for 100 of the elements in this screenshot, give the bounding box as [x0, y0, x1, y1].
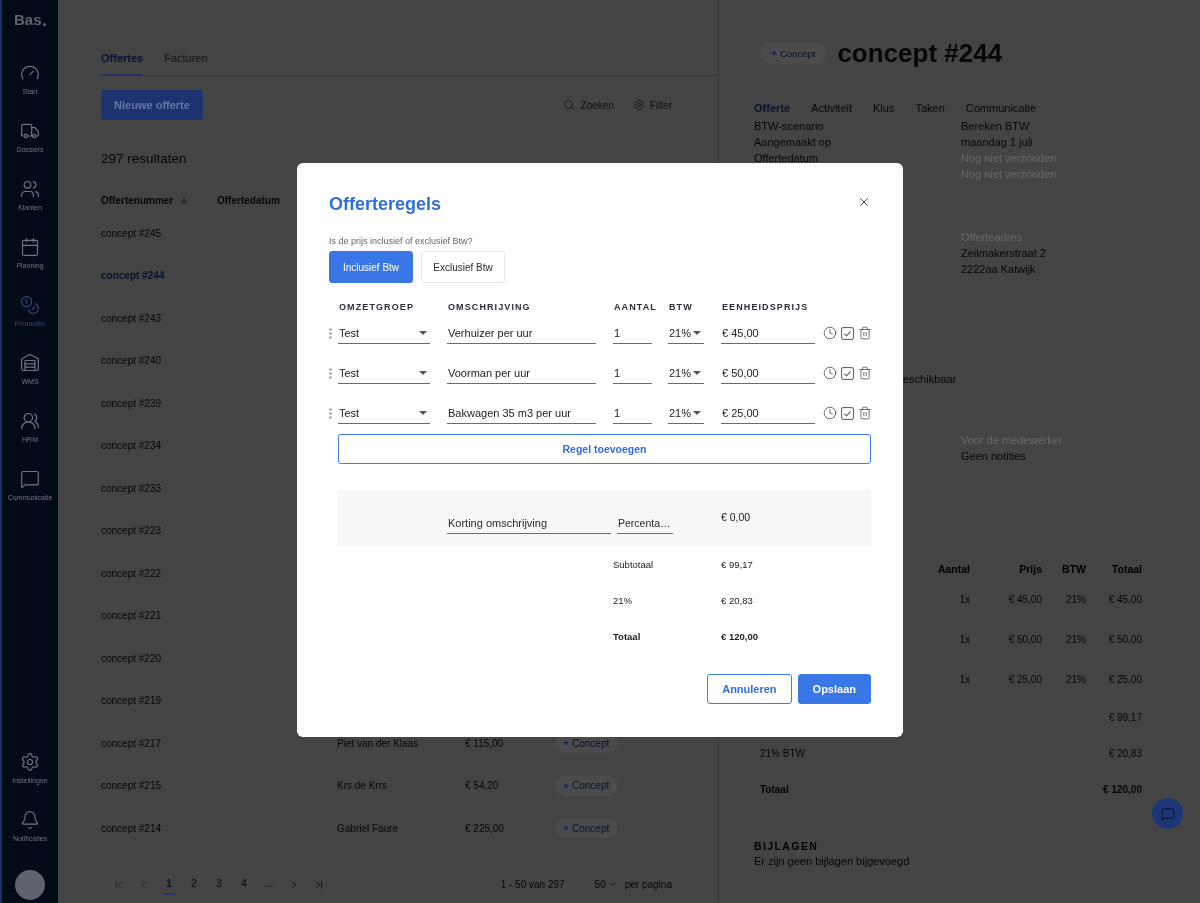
column-header: BTW	[669, 301, 693, 313]
total-value: € 20,83	[721, 594, 753, 606]
checkbox-icon[interactable]	[841, 366, 854, 380]
vat-select[interactable]: 21%	[668, 362, 704, 384]
total-label: 21% BTW	[760, 747, 805, 759]
chat-icon	[20, 469, 40, 489]
quote-number[interactable]: concept #221	[101, 610, 162, 622]
save-button[interactable]: Opslaan	[797, 674, 871, 704]
quote-number[interactable]: concept #215	[101, 780, 162, 792]
warehouse-icon	[20, 353, 40, 373]
page-size-select[interactable]: 50	[594, 879, 617, 890]
chat-icon	[1160, 806, 1175, 821]
page-button[interactable]: 4	[238, 874, 250, 895]
cancel-button[interactable]: Annuleren	[707, 674, 792, 704]
price-field[interactable]: € 50,00	[721, 362, 815, 384]
column-header: OMSCHRIJVING	[448, 301, 531, 313]
info-label: Aangemaakt op	[754, 135, 832, 150]
status-dot-icon	[564, 826, 568, 831]
quote-title: concept #244	[837, 38, 1003, 68]
page-button[interactable]: 2	[188, 874, 200, 895]
people-icon	[20, 411, 40, 431]
caret-icon	[693, 330, 701, 335]
vat-select[interactable]: 21%	[668, 322, 704, 344]
settings-icon	[20, 752, 40, 772]
toggle-button[interactable]: Inclusief Btw	[329, 251, 413, 283]
first-page-icon	[113, 878, 125, 891]
tab[interactable]: Communicatie	[965, 100, 1037, 116]
table-cell: € 25,00	[1108, 673, 1142, 685]
toggle-button[interactable]: Exclusief Btw	[421, 251, 505, 283]
section-title: BIJLAGEN	[754, 839, 819, 853]
bell-icon	[20, 810, 40, 830]
gear-icon	[632, 99, 645, 111]
page-button[interactable]: 3	[213, 874, 225, 895]
drag-handle-icon[interactable]	[329, 327, 332, 339]
page-button[interactable]: ...	[263, 874, 275, 895]
quote-number[interactable]: concept #239	[101, 397, 162, 409]
quote-number[interactable]: concept #219	[101, 695, 162, 707]
quote-number[interactable]: concept #223	[101, 525, 162, 537]
table-cell: 1x	[959, 593, 970, 605]
quote-number[interactable]: concept #244	[101, 270, 165, 282]
quote-number[interactable]: concept #240	[101, 355, 162, 367]
total-label: Totaal	[760, 783, 789, 795]
quote-number[interactable]: concept #220	[101, 652, 162, 664]
trash-icon[interactable]	[858, 366, 872, 380]
notes-text: Geen notities	[961, 449, 1026, 464]
price-field[interactable]: € 25,00	[721, 402, 815, 424]
last-page-icon	[313, 878, 325, 891]
description-field[interactable]: Verhuizer per uur	[447, 322, 596, 344]
drag-handle-icon[interactable]	[329, 407, 332, 419]
people-icon	[20, 179, 40, 199]
close-button[interactable]	[857, 195, 871, 209]
group-select[interactable]: Test	[338, 322, 430, 344]
tab[interactable]: Offertes	[101, 50, 144, 76]
quantity-field[interactable]: 1	[613, 322, 652, 344]
tab[interactable]: Taken	[915, 100, 945, 116]
quote-number[interactable]: concept #217	[101, 737, 162, 749]
quote-number[interactable]: concept #222	[101, 567, 162, 579]
total-label: Subtotaal	[613, 558, 654, 570]
checkbox-icon[interactable]	[841, 406, 854, 420]
column-header: AANTAL	[614, 301, 657, 313]
clock-icon[interactable]	[823, 406, 837, 420]
close-icon	[857, 195, 871, 209]
trash-icon[interactable]	[858, 406, 872, 420]
checkbox-icon[interactable]	[841, 326, 854, 340]
column-header[interactable]: Offertedatum	[217, 194, 280, 206]
tab[interactable]: Offerte	[754, 100, 791, 116]
column-header[interactable]: Offertenummer	[101, 194, 190, 206]
tab[interactable]: Klus	[873, 100, 895, 116]
quote-number[interactable]: concept #214	[101, 822, 162, 834]
caret-icon	[693, 410, 701, 415]
discount-description-field[interactable]: Korting omschrijving	[447, 512, 611, 534]
clock-icon[interactable]	[823, 366, 837, 380]
total-label: 21%	[613, 594, 632, 606]
clock-icon[interactable]	[823, 326, 837, 340]
discount-amount: € 0,00	[721, 510, 751, 524]
quantity-field[interactable]: 1	[613, 402, 652, 424]
column-header: OMZETGROEP	[339, 301, 414, 313]
description-field[interactable]: Bakwagen 35 m3 per uur	[447, 402, 596, 424]
total-value: € 120,00	[721, 630, 758, 642]
quote-number[interactable]: concept #234	[101, 440, 162, 452]
discount-percentage-field[interactable]: Percenta…	[617, 512, 673, 534]
quote-number[interactable]: concept #233	[101, 482, 162, 494]
new-quote-button[interactable]: Nieuwe offerte	[101, 90, 203, 120]
total-value: € 99,17	[1108, 711, 1142, 723]
tab[interactable]: Activiteit	[811, 100, 853, 116]
page-button[interactable]: 1	[163, 874, 175, 895]
quantity-field[interactable]: 1	[613, 362, 652, 384]
column-header: BTW	[1062, 563, 1086, 575]
user-avatar[interactable]	[15, 870, 45, 900]
drag-handle-icon[interactable]	[329, 367, 332, 379]
group-select[interactable]: Test	[338, 402, 430, 424]
column-header: Aantal	[937, 563, 970, 575]
trash-icon[interactable]	[858, 326, 872, 340]
vat-select[interactable]: 21%	[668, 402, 704, 424]
price-field[interactable]: € 45,00	[721, 322, 815, 344]
add-line-button[interactable]: Regel toevoegen	[338, 434, 871, 464]
quote-number[interactable]: concept #243	[101, 312, 162, 324]
description-field[interactable]: Voorman per uur	[447, 362, 596, 384]
group-select[interactable]: Test	[338, 362, 430, 384]
quote-number[interactable]: concept #245	[101, 227, 162, 239]
